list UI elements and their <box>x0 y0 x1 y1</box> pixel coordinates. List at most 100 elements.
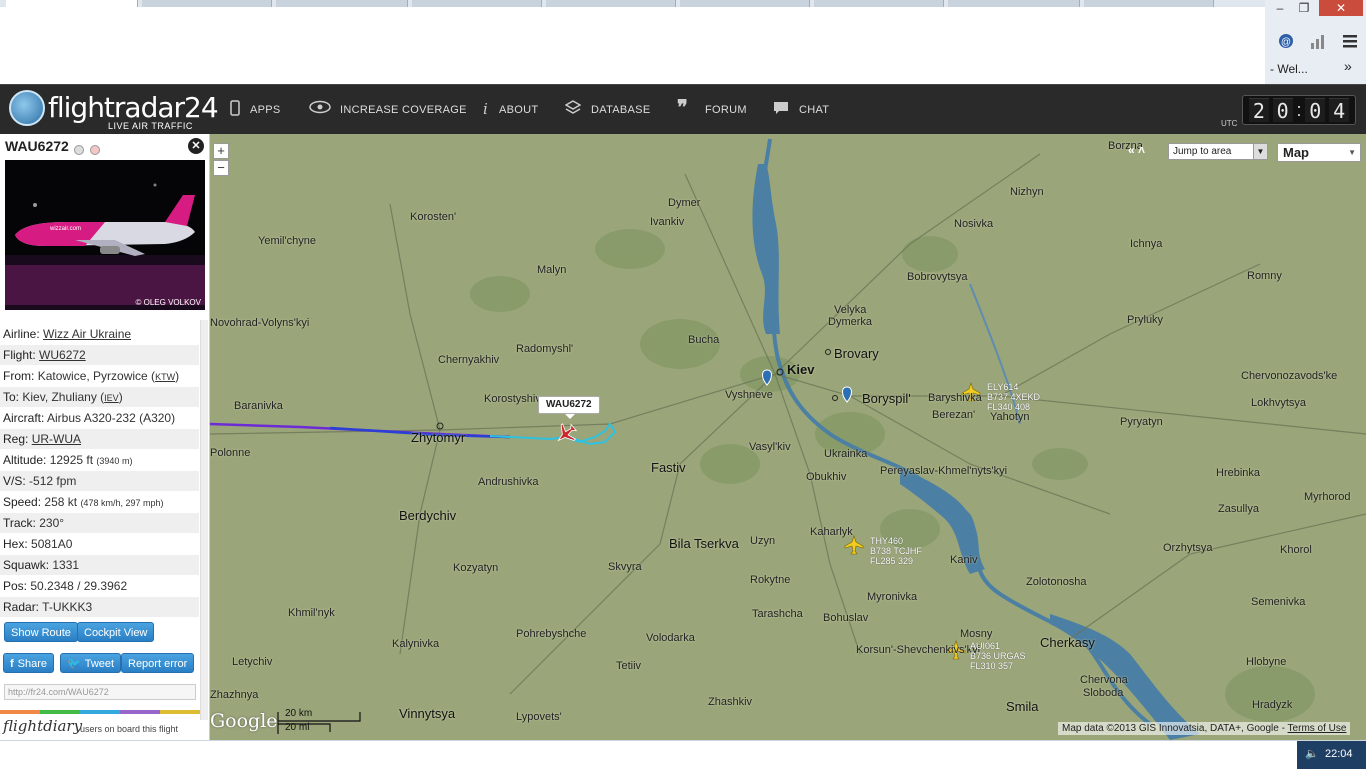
clock-digit: 0 <box>1272 98 1293 123</box>
row-hex: Hex: 5081A0 <box>0 534 199 554</box>
place-label-capital: Kiev <box>787 362 815 377</box>
place-label: Pyryatyn <box>1120 416 1163 428</box>
google-logo[interactable]: Google <box>210 710 278 732</box>
browser-tab[interactable] <box>680 0 810 7</box>
aircraft-label-thy460[interactable]: THY460 B738 TCJHF FL285 329 <box>870 536 922 566</box>
flight-info-panel: WAU6272 ✕ wizzair.com © OLEG VOLKOV Airl… <box>0 134 210 740</box>
place-label-major: Boryspil' <box>862 391 911 406</box>
zoom-in-button[interactable]: + <box>213 143 229 159</box>
restore-button[interactable]: ❐ <box>1293 0 1315 16</box>
flightdiary-text[interactable]: users on board this flight <box>80 724 178 734</box>
nav-apps[interactable]: APPS <box>250 104 281 116</box>
browser-tab-active[interactable] <box>6 0 138 7</box>
row-speed: Speed: 258 kt (478 km/h, 297 mph) <box>0 492 199 512</box>
browser-tab[interactable] <box>142 0 272 7</box>
place-label: Ukrainka <box>824 448 868 460</box>
alert-badge-icon[interactable] <box>90 145 101 155</box>
place-label: Letychiv <box>232 656 273 668</box>
aircraft-label-aui061[interactable]: AUI061 B736 URGAS FL310 357 <box>970 641 1026 671</box>
browser-tab[interactable] <box>276 0 408 7</box>
close-window-button[interactable]: ✕ <box>1319 0 1363 16</box>
aircraft-photo[interactable]: wizzair.com © OLEG VOLKOV <box>5 160 205 310</box>
map-type-select[interactable]: Map ▼ <box>1277 143 1361 162</box>
clock-digit: 2 <box>1248 98 1269 123</box>
place-label: Volodarka <box>646 632 695 644</box>
registration-link[interactable]: UR-WUA <box>32 432 81 446</box>
row-altitude: Altitude: 12925 ft (3940 m) <box>0 450 199 470</box>
jump-to-area-select[interactable]: Jump to area ▼ <box>1168 143 1268 160</box>
place-label: Zhazhnya <box>210 689 259 701</box>
destination-code-link[interactable]: IEV <box>104 393 119 403</box>
clock-digit: 4 <box>1329 98 1350 123</box>
browser-tab[interactable] <box>546 0 676 7</box>
nav-database[interactable]: DATABASE <box>591 104 650 116</box>
info-badge-icon[interactable] <box>74 145 84 155</box>
menu-icon[interactable] <box>1341 32 1359 50</box>
place-label: Vasyl'kiv <box>749 441 791 453</box>
volume-icon[interactable]: 🔈 <box>1305 747 1319 760</box>
nav-chat[interactable]: CHAT <box>799 104 829 116</box>
nav-forum[interactable]: FORUM <box>705 104 747 116</box>
panel-scrollbar[interactable] <box>200 320 208 720</box>
place-label: Khmil'nyk <box>288 607 335 619</box>
chevron-down-icon: ▼ <box>1253 144 1267 159</box>
bookmarks-overflow-button[interactable]: » <box>1344 58 1352 74</box>
facebook-share-button[interactable]: f Share <box>3 653 55 673</box>
site-tagline: LIVE AIR TRAFFIC <box>108 121 193 131</box>
signal-icon[interactable] <box>1309 32 1327 50</box>
share-label: Share <box>17 658 48 670</box>
place-label: Romny <box>1247 270 1282 282</box>
place-label: Orzhytsya <box>1163 542 1213 554</box>
photo-credit: © OLEG VOLKOV <box>135 298 201 307</box>
zoom-out-button[interactable]: − <box>213 160 229 176</box>
site-logo[interactable]: flightradar24 <box>48 91 219 124</box>
flightdiary-logo[interactable]: flightdiary <box>3 717 82 735</box>
flight-map[interactable]: Borzna Korosten' Dymer Ivankiv Nizhyn No… <box>210 134 1366 740</box>
nav-increase-coverage[interactable]: INCREASE COVERAGE <box>340 104 467 116</box>
show-route-button[interactable]: Show Route <box>4 622 78 642</box>
place-label: Andrushivka <box>478 476 539 488</box>
row-key: Hex: <box>3 537 28 551</box>
tray-clock[interactable]: 22:04 <box>1325 748 1353 760</box>
place-label-major: Brovary <box>834 346 879 361</box>
minimize-button[interactable]: – <box>1269 0 1291 16</box>
chat-icon <box>773 100 789 120</box>
row-key: Altitude: <box>3 453 47 467</box>
bookmark-item[interactable]: - Wel... <box>1270 62 1308 76</box>
extension-icon[interactable]: @ <box>1277 32 1295 50</box>
row-key: Squawk: <box>3 558 50 572</box>
collapse-toolbar-icon[interactable]: « ˄ <box>1128 143 1145 157</box>
tab-strip <box>0 0 1270 7</box>
cockpit-view-button[interactable]: Cockpit View <box>77 622 155 642</box>
clock-digit: 0 <box>1305 98 1326 123</box>
place-label: Yemil'chyne <box>258 235 316 247</box>
place-label: Tarashcha <box>752 608 803 620</box>
share-link-field[interactable]: http://fr24.com/WAU6272 <box>4 684 196 700</box>
flight-link[interactable]: WU6272 <box>39 348 86 362</box>
place-label: Korsun'-Shevchenkivs'kyi <box>856 644 981 656</box>
place-label: Skvyra <box>608 561 642 573</box>
close-panel-button[interactable]: ✕ <box>188 138 204 154</box>
origin-code-link[interactable]: KTW <box>155 372 175 382</box>
airline-link[interactable]: Wizz Air Ukraine <box>43 327 131 341</box>
aircraft-fl: FL340 408 <box>987 402 1031 412</box>
browser-tab[interactable] <box>814 0 944 7</box>
flight-callsign-title: WAU6272 <box>5 138 69 154</box>
place-label-major: Smila <box>1006 699 1039 714</box>
aircraft-type-reg: B737 4XEKD <box>987 392 1041 402</box>
row-flight: Flight: WU6272 <box>0 345 199 365</box>
browser-tab[interactable] <box>1084 0 1214 7</box>
place-label: Baryshivka <box>928 392 982 404</box>
report-error-button[interactable]: Report error <box>121 653 195 673</box>
browser-tab[interactable] <box>412 0 542 7</box>
radar-logo-icon[interactable] <box>9 90 45 126</box>
nav-about[interactable]: ABOUT <box>499 104 538 116</box>
selected-flight-callout[interactable]: WAU6272 <box>538 396 600 419</box>
aircraft-label-ely614[interactable]: ELY614 B737 4XEKD FL340 408 <box>987 382 1040 412</box>
tweet-button[interactable]: 🐦 Tweet <box>60 653 122 673</box>
place-label: Chervona <box>1080 674 1128 686</box>
browser-tab[interactable] <box>948 0 1080 7</box>
terms-of-use-link[interactable]: Terms of Use <box>1288 723 1347 734</box>
row-pos: Pos: 50.2348 / 29.3962 <box>0 576 199 596</box>
place-label: Myrhorod <box>1304 491 1351 503</box>
